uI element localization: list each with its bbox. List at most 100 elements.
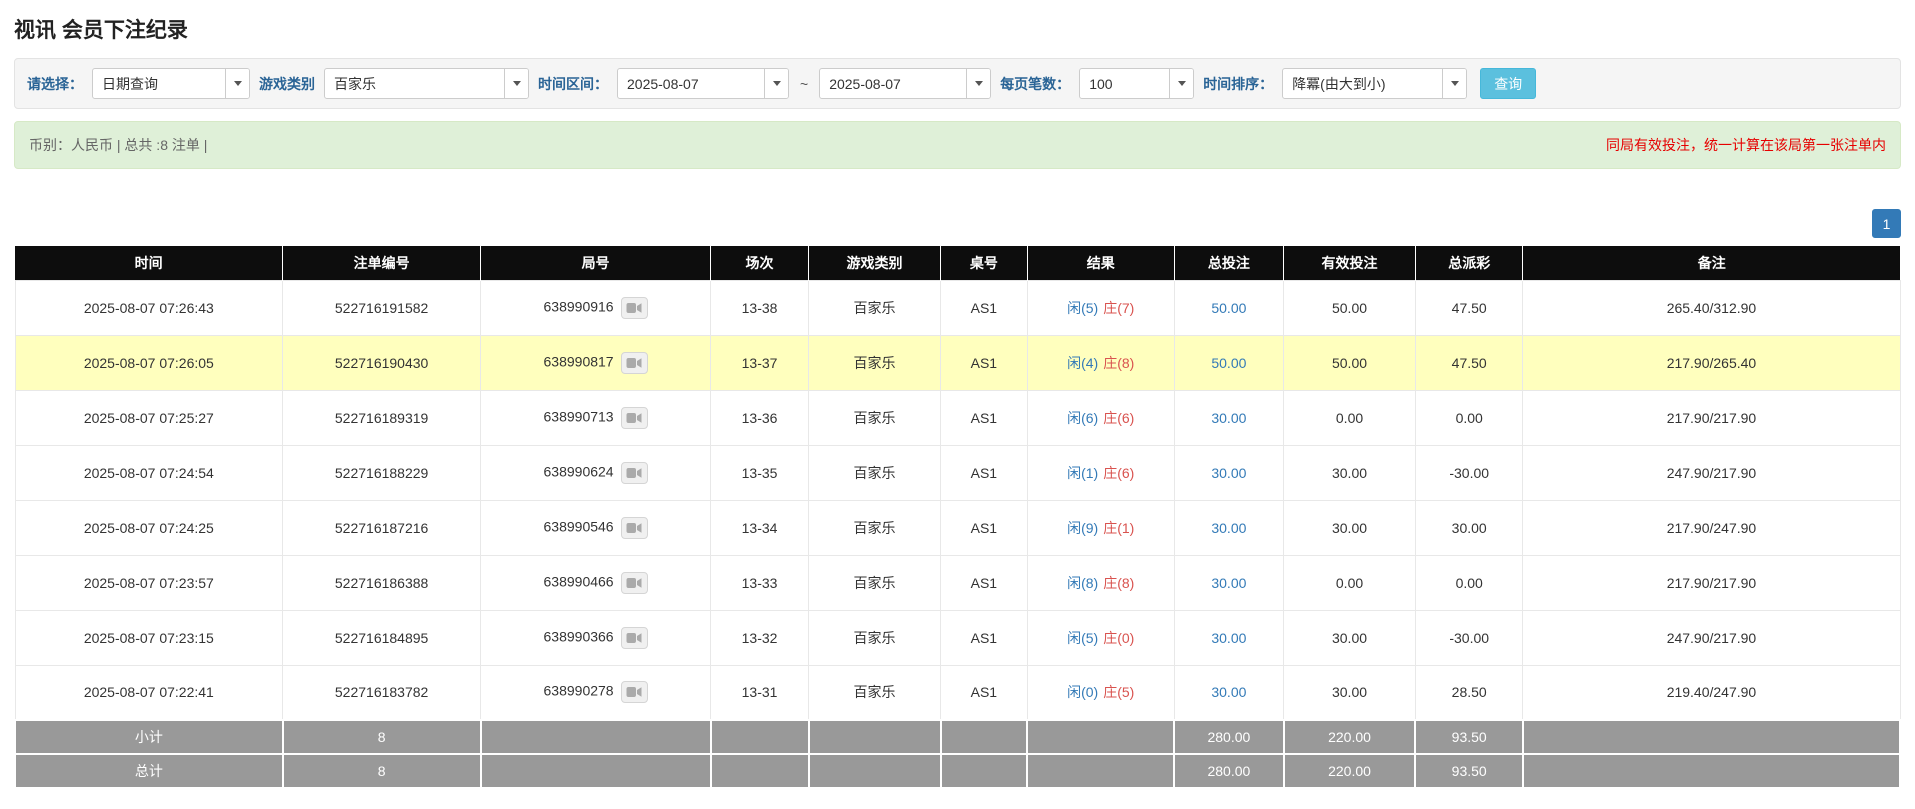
header-valid-bet: 有效投注 bbox=[1284, 246, 1416, 280]
range-separator: ~ bbox=[798, 76, 810, 92]
cell-bet-id: 522716189319 bbox=[283, 390, 481, 445]
subtotal-total-bet: 280.00 bbox=[1174, 720, 1283, 754]
cell-game-type: 百家乐 bbox=[809, 335, 941, 390]
table-row: 2025-08-07 07:23:15 522716184895 6389903… bbox=[15, 610, 1900, 665]
total-bet-link[interactable]: 30.00 bbox=[1211, 520, 1246, 536]
subtotal-valid-bet: 220.00 bbox=[1284, 720, 1416, 754]
result-banker: 庄(0) bbox=[1103, 630, 1134, 646]
cell-session: 13-35 bbox=[711, 445, 809, 500]
game-type-value[interactable]: 百家乐 bbox=[325, 69, 504, 98]
sort-dropdown-button[interactable] bbox=[1442, 69, 1466, 98]
page-size-select[interactable]: 100 bbox=[1079, 68, 1194, 99]
cell-result: 闲(5)庄(7) bbox=[1027, 280, 1174, 335]
sort-select[interactable]: 降冪(由大到小) bbox=[1282, 68, 1467, 99]
cell-note: 247.90/217.90 bbox=[1523, 610, 1900, 665]
game-type-dropdown-button[interactable] bbox=[504, 69, 528, 98]
cell-round: 638990624 bbox=[481, 445, 711, 500]
video-camera-icon bbox=[626, 467, 642, 479]
page-size-value[interactable]: 100 bbox=[1080, 69, 1169, 98]
total-bet-link[interactable]: 30.00 bbox=[1211, 684, 1246, 700]
cell-bet-id: 522716190430 bbox=[283, 335, 481, 390]
total-bet-link[interactable]: 30.00 bbox=[1211, 630, 1246, 646]
total-row: 总计 8 280.00 220.00 93.50 bbox=[15, 754, 1900, 788]
cell-note: 217.90/265.40 bbox=[1523, 335, 1900, 390]
search-button[interactable]: 查询 bbox=[1480, 68, 1536, 99]
filter-bar: 请选择： 日期查询 游戏类别 百家乐 时间区间： 2025-08-07 ~ 20… bbox=[14, 58, 1901, 109]
sort-label: 时间排序： bbox=[1203, 74, 1273, 94]
cell-game-type: 百家乐 bbox=[809, 500, 941, 555]
round-video-button[interactable] bbox=[621, 407, 648, 429]
date-to-select[interactable]: 2025-08-07 bbox=[819, 68, 991, 99]
cell-bet-id: 522716183782 bbox=[283, 665, 481, 720]
query-type-select[interactable]: 日期查询 bbox=[92, 68, 250, 99]
round-video-button[interactable] bbox=[621, 462, 648, 484]
game-type-label: 游戏类别 bbox=[259, 74, 315, 94]
cell-round: 638990817 bbox=[481, 335, 711, 390]
cell-note: 219.40/247.90 bbox=[1523, 665, 1900, 720]
game-type-select[interactable]: 百家乐 bbox=[324, 68, 529, 99]
round-id: 638990278 bbox=[544, 683, 614, 699]
date-to-dropdown-button[interactable] bbox=[966, 69, 990, 98]
total-bet-link[interactable]: 50.00 bbox=[1211, 300, 1246, 316]
page-button-1[interactable]: 1 bbox=[1872, 209, 1901, 238]
chevron-down-icon bbox=[234, 81, 242, 86]
cell-valid-bet: 30.00 bbox=[1284, 665, 1416, 720]
header-result: 结果 bbox=[1027, 246, 1174, 280]
cell-payout: 30.00 bbox=[1415, 500, 1522, 555]
cell-total-bet: 30.00 bbox=[1174, 500, 1283, 555]
cell-round: 638990366 bbox=[481, 610, 711, 665]
round-video-button[interactable] bbox=[621, 352, 648, 374]
round-id: 638990546 bbox=[544, 518, 614, 534]
cell-result: 闲(9)庄(1) bbox=[1027, 500, 1174, 555]
cell-payout: 47.50 bbox=[1415, 335, 1522, 390]
round-video-button[interactable] bbox=[621, 627, 648, 649]
total-bet-link[interactable]: 30.00 bbox=[1211, 410, 1246, 426]
cell-round: 638990466 bbox=[481, 555, 711, 610]
cell-result: 闲(5)庄(0) bbox=[1027, 610, 1174, 665]
total-count: 8 bbox=[283, 754, 481, 788]
header-round: 局号 bbox=[481, 246, 711, 280]
cell-time: 2025-08-07 07:24:25 bbox=[15, 500, 283, 555]
cell-bet-id: 522716184895 bbox=[283, 610, 481, 665]
result-banker: 庄(8) bbox=[1103, 575, 1134, 591]
table-row: 2025-08-07 07:23:57 522716186388 6389904… bbox=[15, 555, 1900, 610]
page-size-dropdown-button[interactable] bbox=[1169, 69, 1193, 98]
cell-game-type: 百家乐 bbox=[809, 665, 941, 720]
cell-table-no: AS1 bbox=[941, 555, 1028, 610]
cell-valid-bet: 30.00 bbox=[1284, 500, 1416, 555]
result-player: 闲(8) bbox=[1067, 575, 1098, 591]
total-bet-link[interactable]: 50.00 bbox=[1211, 355, 1246, 371]
video-camera-icon bbox=[626, 577, 642, 589]
cell-round: 638990546 bbox=[481, 500, 711, 555]
date-from-select[interactable]: 2025-08-07 bbox=[617, 68, 789, 99]
round-video-button[interactable] bbox=[621, 297, 648, 319]
round-video-button[interactable] bbox=[621, 572, 648, 594]
date-from-dropdown-button[interactable] bbox=[764, 69, 788, 98]
sort-value[interactable]: 降冪(由大到小) bbox=[1283, 69, 1442, 98]
header-note: 备注 bbox=[1523, 246, 1900, 280]
round-id: 638990624 bbox=[544, 463, 614, 479]
cell-time: 2025-08-07 07:24:54 bbox=[15, 445, 283, 500]
cell-result: 闲(0)庄(5) bbox=[1027, 665, 1174, 720]
video-camera-icon bbox=[626, 357, 642, 369]
total-bet-link[interactable]: 30.00 bbox=[1211, 575, 1246, 591]
result-banker: 庄(1) bbox=[1103, 520, 1134, 536]
cell-game-type: 百家乐 bbox=[809, 390, 941, 445]
result-banker: 庄(6) bbox=[1103, 465, 1134, 481]
cell-bet-id: 522716191582 bbox=[283, 280, 481, 335]
total-label: 总计 bbox=[15, 754, 283, 788]
date-from-value[interactable]: 2025-08-07 bbox=[618, 69, 764, 98]
round-video-button[interactable] bbox=[621, 681, 648, 703]
total-bet-link[interactable]: 30.00 bbox=[1211, 465, 1246, 481]
query-type-value[interactable]: 日期查询 bbox=[93, 69, 225, 98]
cell-payout: 0.00 bbox=[1415, 555, 1522, 610]
round-video-button[interactable] bbox=[621, 517, 648, 539]
query-type-dropdown-button[interactable] bbox=[225, 69, 249, 98]
page-title: 视讯 会员下注纪录 bbox=[14, 14, 1901, 44]
cell-round: 638990278 bbox=[481, 665, 711, 720]
cell-session: 13-34 bbox=[711, 500, 809, 555]
date-to-value[interactable]: 2025-08-07 bbox=[820, 69, 966, 98]
cell-bet-id: 522716187216 bbox=[283, 500, 481, 555]
cell-result: 闲(1)庄(6) bbox=[1027, 445, 1174, 500]
cell-round: 638990713 bbox=[481, 390, 711, 445]
